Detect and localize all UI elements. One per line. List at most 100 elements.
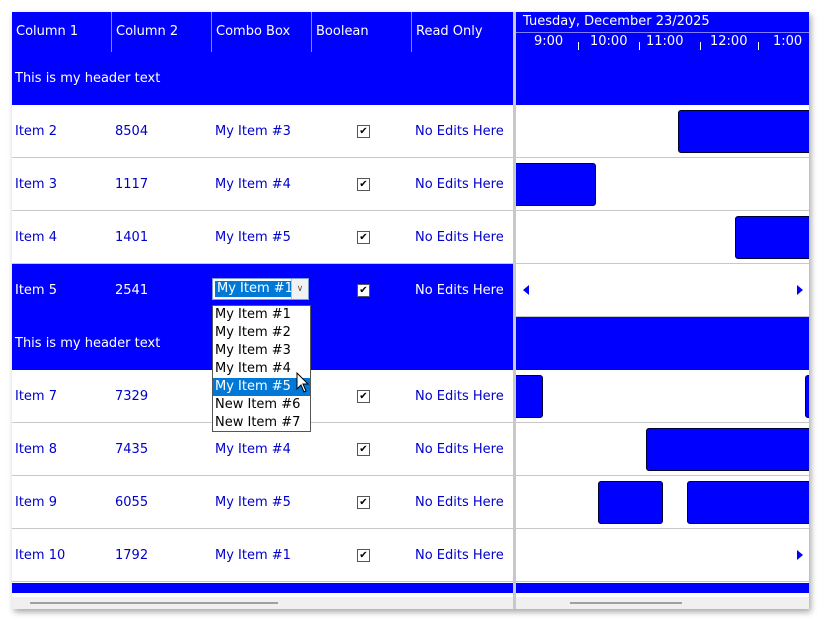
- checkbox[interactable]: ✔: [357, 549, 370, 562]
- cell-column-1[interactable]: Item 10: [12, 529, 65, 582]
- timeline-row: [516, 476, 809, 529]
- cell-combo[interactable]: My Item #5: [212, 476, 291, 529]
- task-bar[interactable]: [805, 375, 809, 418]
- cell-combo[interactable]: My Item #3: [212, 105, 291, 158]
- cell-combo[interactable]: My Item #1: [212, 529, 291, 582]
- timeline-row: [516, 370, 809, 423]
- cell-column-1[interactable]: Item 5: [12, 264, 57, 317]
- dropdown-option[interactable]: My Item #2: [213, 324, 310, 342]
- dropdown-option[interactable]: New Item #7: [213, 414, 310, 432]
- timeline-group-row: [516, 317, 809, 370]
- checkbox[interactable]: ✔: [357, 443, 370, 456]
- task-bar[interactable]: [516, 375, 543, 418]
- combo-dropdown-list[interactable]: My Item #1 My Item #2 My Item #3 My Item…: [212, 305, 311, 432]
- cell-read-only[interactable]: No Edits Here: [412, 370, 504, 423]
- cell-column-1[interactable]: Item 4: [12, 211, 57, 264]
- hour-tick: [639, 42, 640, 50]
- checkbox[interactable]: ✔: [357, 125, 370, 138]
- hour-label: 11:00: [646, 34, 684, 49]
- dropdown-option[interactable]: New Item #6: [213, 396, 310, 414]
- timeline-row: [516, 158, 809, 211]
- cell-combo[interactable]: My Item #4: [212, 158, 291, 211]
- timeline-row: [516, 529, 809, 582]
- hour-label: 9:00: [534, 34, 564, 49]
- cell-column-2[interactable]: 6055: [112, 476, 148, 529]
- checkbox[interactable]: ✔: [357, 178, 370, 191]
- combo-box-editor[interactable]: My Item #1 ∨: [212, 278, 309, 300]
- cell-combo[interactable]: My Item #5: [212, 211, 291, 264]
- cell-column-2[interactable]: 1117: [112, 158, 148, 211]
- group-header-text: This is my header text: [15, 336, 161, 351]
- cell-column-1[interactable]: Item 9: [12, 476, 57, 529]
- timeline-group-row: [516, 52, 809, 105]
- chevron-down-icon[interactable]: ∨: [291, 279, 308, 299]
- column-header-combo[interactable]: Combo Box: [212, 12, 312, 52]
- timeline-group-row-partial: [516, 583, 809, 593]
- cell-read-only[interactable]: No Edits Here: [412, 105, 504, 158]
- cell-column-1[interactable]: Item 8: [12, 423, 57, 476]
- scroll-left-icon[interactable]: [523, 285, 529, 295]
- group-row-partial: [12, 583, 513, 593]
- task-bar[interactable]: [516, 163, 596, 206]
- cell-read-only[interactable]: No Edits Here: [412, 529, 504, 582]
- task-bar[interactable]: [687, 481, 809, 524]
- cell-column-2[interactable]: 7329: [112, 370, 148, 423]
- timeline-row: [516, 423, 809, 476]
- scroll-right-icon[interactable]: [797, 285, 803, 295]
- timeline-row-selected: [516, 264, 809, 317]
- hour-label: 1:00: [773, 34, 803, 49]
- data-grid: Column 1 Column 2 Combo Box Boolean Read…: [12, 12, 513, 609]
- cell-column-2[interactable]: 8504: [112, 105, 148, 158]
- cell-read-only[interactable]: No Edits Here: [412, 158, 504, 211]
- hour-tick: [758, 42, 759, 50]
- table-row[interactable]: Item 4 1401 My Item #5 ✔ No Edits Here: [12, 211, 513, 264]
- cell-read-only[interactable]: No Edits Here: [412, 264, 504, 317]
- column-header-1[interactable]: Column 1: [12, 12, 112, 52]
- checkbox[interactable]: ✔: [357, 231, 370, 244]
- header-divider: [516, 32, 809, 33]
- hour-tick: [700, 42, 701, 50]
- mouse-pointer-icon: [296, 372, 310, 393]
- checkbox[interactable]: ✔: [357, 284, 370, 297]
- timeline-horizontal-scrollbar[interactable]: [516, 597, 809, 609]
- table-row[interactable]: Item 9 6055 My Item #5 ✔ No Edits Here: [12, 476, 513, 529]
- timeline-header: Tuesday, December 23/2025 9:00 10:00 11:…: [516, 12, 809, 52]
- dropdown-option[interactable]: My Item #3: [213, 342, 310, 360]
- scrollbar-thumb[interactable]: [30, 602, 278, 604]
- task-bar[interactable]: [678, 110, 809, 153]
- cell-read-only[interactable]: No Edits Here: [412, 423, 504, 476]
- hour-label: 12:00: [710, 34, 748, 49]
- timeline-date: Tuesday, December 23/2025: [523, 14, 710, 29]
- table-row[interactable]: Item 2 8504 My Item #3 ✔ No Edits Here: [12, 105, 513, 158]
- column-header-boolean[interactable]: Boolean: [312, 12, 412, 52]
- cell-column-1[interactable]: Item 7: [12, 370, 57, 423]
- timeline-pane: Tuesday, December 23/2025 9:00 10:00 11:…: [516, 12, 809, 609]
- scroll-right-icon[interactable]: [797, 550, 803, 560]
- column-header-readonly[interactable]: Read Only: [412, 12, 513, 52]
- task-bar[interactable]: [735, 216, 809, 259]
- cell-column-2[interactable]: 1401: [112, 211, 148, 264]
- timeline-row: [516, 105, 809, 158]
- combo-box-value[interactable]: My Item #1: [215, 281, 295, 297]
- timeline-row: [516, 211, 809, 264]
- checkbox[interactable]: ✔: [357, 390, 370, 403]
- checkbox[interactable]: ✔: [357, 496, 370, 509]
- task-bar[interactable]: [598, 481, 663, 524]
- dropdown-option[interactable]: My Item #1: [213, 306, 310, 324]
- cell-read-only[interactable]: No Edits Here: [412, 476, 504, 529]
- scrollbar-thumb[interactable]: [570, 602, 682, 604]
- group-header-row[interactable]: This is my header text: [12, 52, 513, 105]
- cell-column-2[interactable]: 7435: [112, 423, 148, 476]
- cell-read-only[interactable]: No Edits Here: [412, 211, 504, 264]
- cell-column-1[interactable]: Item 3: [12, 158, 57, 211]
- task-bar[interactable]: [646, 428, 809, 471]
- cell-column-1[interactable]: Item 2: [12, 105, 57, 158]
- grid-horizontal-scrollbar[interactable]: [12, 597, 513, 609]
- column-header-2[interactable]: Column 2: [112, 12, 212, 52]
- table-row[interactable]: Item 3 1117 My Item #4 ✔ No Edits Here: [12, 158, 513, 211]
- cell-column-2[interactable]: 2541: [112, 264, 148, 317]
- table-row[interactable]: Item 10 1792 My Item #1 ✔ No Edits Here: [12, 529, 513, 582]
- cell-column-2[interactable]: 1792: [112, 529, 148, 582]
- hour-label: 10:00: [590, 34, 628, 49]
- gantt-window: Column 1 Column 2 Combo Box Boolean Read…: [12, 12, 809, 609]
